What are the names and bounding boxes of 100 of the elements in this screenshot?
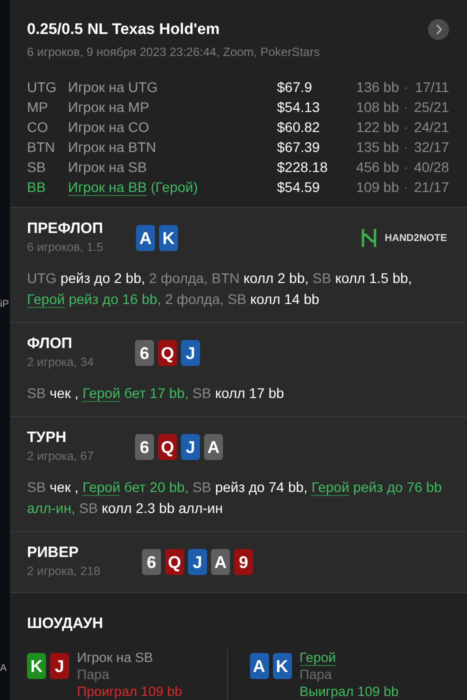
playing-card: Q: [165, 549, 184, 576]
player-name[interactable]: Игрок на BB: [68, 179, 147, 196]
playing-card: J: [181, 340, 200, 366]
logo-icon: [360, 228, 377, 248]
hand-player-name[interactable]: Герой: [300, 650, 336, 666]
hand-info: 6 игроков, 9 ноября 2023 23:26:44, Zoom, PokerStars: [27, 44, 321, 62]
player-stack: $60.82: [277, 118, 321, 138]
player-position: SB: [27, 158, 47, 178]
action-actor: SB: [27, 385, 46, 402]
playing-card: A: [204, 434, 223, 460]
player-bb: 135 bb: [355, 138, 399, 158]
action-actor: 2 фолда,: [165, 291, 224, 308]
player-name: Игрок на MP: [68, 99, 150, 116]
hand-player-name: Игрок на SB: [77, 650, 154, 666]
player-bb: 108 bb: [355, 98, 399, 118]
player-bb: 109 bb: [355, 178, 399, 198]
street-info: 6 игроков, 1.5: [27, 239, 104, 256]
player-stats: 25/21: [413, 98, 449, 118]
player-bb: 456 bb: [355, 158, 399, 178]
action-text: колл 1.5 bb,: [335, 270, 412, 286]
action-actor: SB: [192, 479, 212, 496]
player-name: Игрок на UTG: [68, 79, 158, 96]
action-actor: UTG: [27, 270, 57, 286]
player-position: UTG: [27, 78, 58, 98]
playing-card: Q: [158, 434, 177, 460]
playing-card: J: [50, 653, 69, 680]
background-text: iP: [0, 298, 9, 312]
hand-combo: Пара: [77, 666, 110, 684]
action-text: бет 20 bb,: [124, 479, 189, 496]
playing-card: 6: [135, 340, 154, 366]
playing-card: 6: [135, 434, 154, 460]
player-stack: $54.59: [277, 178, 321, 198]
dot-separator: ·: [402, 98, 410, 118]
action-actor: SB: [79, 500, 98, 516]
action-text: чек ,: [50, 385, 79, 402]
player-stats: 24/21: [413, 118, 449, 138]
action-actor[interactable]: Герой: [82, 385, 120, 402]
player-bb: 122 bb: [355, 118, 399, 138]
action-actor[interactable]: Герой: [27, 291, 65, 308]
dot-separator: ·: [402, 158, 410, 178]
chevron-right-icon: [434, 24, 442, 36]
player-name: Игрок на BTN: [68, 139, 156, 156]
street-title: РИВЕР: [27, 544, 80, 562]
action-text: рейз до 76 bb: [353, 479, 442, 496]
player-stats: 17/11: [414, 78, 449, 98]
logo-text: HAND2NOTE: [384, 232, 447, 246]
background-text: A: [0, 662, 7, 676]
hand-combo: Пара: [300, 666, 333, 684]
action-text: колл 2 bb,: [244, 270, 309, 286]
player-stats: 32/17: [413, 138, 449, 158]
player-position: BB: [27, 178, 47, 198]
street-info: 2 игрока, 218: [27, 563, 102, 580]
dot-separator: ·: [402, 138, 410, 158]
action-text: бет 17 bb,: [124, 385, 189, 402]
action-text: колл 2.3 bb алл-ин: [102, 500, 223, 516]
action-actor: SB: [192, 385, 212, 402]
playing-card: K: [272, 653, 292, 680]
street-info: 2 игрока, 67: [27, 448, 95, 466]
next-button[interactable]: [428, 19, 449, 40]
playing-card: 6: [142, 549, 161, 576]
action-text: рейз до 74 bb,: [215, 479, 308, 496]
player-stack: $54.13: [277, 98, 321, 118]
player-name: Игрок на SB: [68, 159, 147, 176]
playing-card: A: [250, 653, 268, 680]
playing-card: A: [211, 549, 230, 576]
player-stack: $67.9: [277, 78, 314, 98]
hand-result: Выиграл 109 bb: [300, 683, 399, 700]
player-name: Игрок на CO: [68, 119, 150, 136]
action-actor[interactable]: Герой: [82, 479, 120, 496]
playing-card: K: [27, 653, 46, 680]
action-actor: BTN: [212, 270, 240, 286]
playing-card: 9: [234, 549, 253, 576]
action-text: колл 14 bb: [250, 291, 320, 308]
hand-result: Проиграл 109 bb: [77, 683, 182, 700]
player-stack: $228.18: [277, 158, 329, 178]
playing-card: J: [181, 434, 200, 460]
action-text: рейз до 2 bb,: [60, 270, 146, 286]
player-position: MP: [27, 98, 49, 118]
playing-card: A: [136, 225, 155, 252]
action-actor: SB: [228, 291, 246, 308]
action-text: алл-ин,: [27, 500, 76, 516]
street-title: ФЛОП: [27, 335, 74, 354]
player-stats: 40/28: [413, 158, 449, 178]
street-title: ТУРН: [27, 429, 68, 448]
action-actor: SB: [27, 479, 46, 496]
action-text: рейз до 16 bb,: [68, 291, 162, 308]
action-text: чек ,: [50, 479, 79, 496]
dot-separator: ·: [402, 118, 410, 138]
player-bb: 136 bb: [355, 78, 399, 98]
player-stack: $67.39: [277, 138, 321, 158]
dot-separator: ·: [402, 178, 410, 198]
player-stats: 21/17: [413, 178, 449, 198]
action-actor: SB: [312, 270, 332, 286]
playing-card: Q: [158, 340, 177, 366]
dot-separator: ·: [402, 78, 410, 98]
street-info: 2 игрока, 34: [27, 354, 95, 372]
action-actor[interactable]: Герой: [311, 479, 350, 496]
playing-card: J: [188, 549, 207, 576]
player-position: BTN: [27, 138, 56, 158]
showdown-title: ШОУДАУН: [27, 615, 104, 634]
